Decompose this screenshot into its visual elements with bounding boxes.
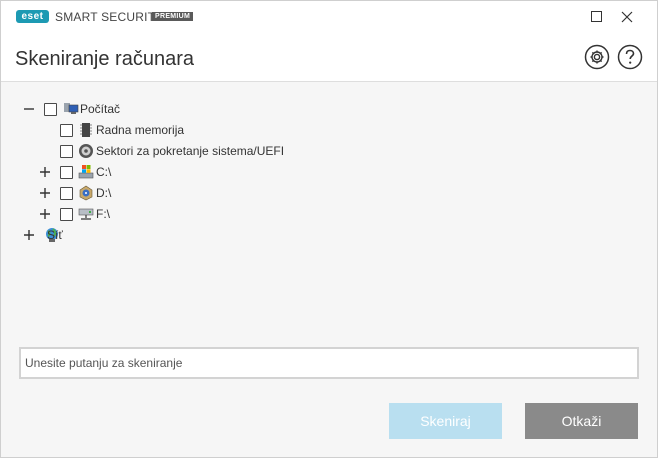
maximize-icon [590, 11, 602, 22]
disc-icon [78, 143, 94, 159]
tree-row-computer: Počítač [1, 99, 301, 119]
collapse-toggle[interactable] [23, 99, 35, 119]
system-drive-icon [78, 164, 94, 180]
checkbox-drive-f[interactable] [60, 208, 73, 221]
expand-toggle-f[interactable] [39, 204, 51, 224]
title-bar: eset SMART SECURITY PREMIUM [1, 1, 657, 33]
tree-row-drive-d: D:\ [1, 183, 301, 203]
tree-row-drive-f: F:\ [1, 204, 301, 224]
close-icon [621, 11, 633, 23]
eset-logo: eset [16, 10, 49, 23]
page-title: Skeniranje računara [15, 48, 194, 70]
maximize-button[interactable] [583, 5, 609, 29]
settings-button[interactable] [584, 44, 610, 70]
edition-badge: PREMIUM [152, 12, 194, 21]
network-drive-icon [78, 206, 94, 222]
tree-label-drive-f: F:\ [96, 207, 110, 221]
expand-toggle-d[interactable] [39, 183, 51, 203]
tree-label-memory: Radna memorija [96, 123, 185, 137]
tree-label-computer: Počítač [80, 102, 121, 116]
checkbox-computer[interactable] [44, 103, 57, 116]
product-name: SMART SECURITY [55, 10, 164, 24]
cancel-button[interactable]: Otkaži [525, 403, 638, 439]
tree-row-boot-sectors: Sektori za pokretanje sistema/UEFI [1, 141, 321, 161]
cd-drive-icon [78, 185, 94, 201]
tree-label-drive-c: C:\ [96, 165, 112, 179]
plus-icon [40, 209, 50, 219]
checkbox-boot-sectors[interactable] [60, 145, 73, 158]
memory-chip-icon [78, 122, 94, 138]
tree-label-drive-d: D:\ [96, 186, 112, 200]
minus-icon [24, 108, 34, 110]
plus-icon [24, 230, 34, 240]
plus-icon [40, 167, 50, 177]
tree-row-memory: Radna memorija [1, 120, 301, 140]
help-button[interactable] [617, 44, 643, 70]
computer-icon [63, 101, 79, 117]
tree-label-boot-sectors: Sektori za pokretanje sistema/UEFI [96, 144, 285, 158]
scan-path-input[interactable] [19, 347, 639, 379]
plus-icon [40, 188, 50, 198]
tree-label-network: Síť [47, 228, 63, 242]
close-button[interactable] [614, 5, 640, 29]
expand-toggle-c[interactable] [39, 162, 51, 182]
tree-row-drive-c: C:\ [1, 162, 301, 182]
help-icon [617, 44, 643, 70]
gear-icon [584, 44, 610, 70]
scan-dialog-window: eset SMART SECURITY PREMIUM Skeniranje r… [0, 0, 658, 458]
checkbox-drive-c[interactable] [60, 166, 73, 179]
page-header: Skeniranje računara [1, 33, 657, 82]
tree-row-network: Síť [1, 225, 301, 245]
expand-toggle-network[interactable] [23, 225, 35, 245]
scan-button[interactable]: Skeniraj [389, 403, 502, 439]
checkbox-memory[interactable] [60, 124, 73, 137]
checkbox-drive-d[interactable] [60, 187, 73, 200]
